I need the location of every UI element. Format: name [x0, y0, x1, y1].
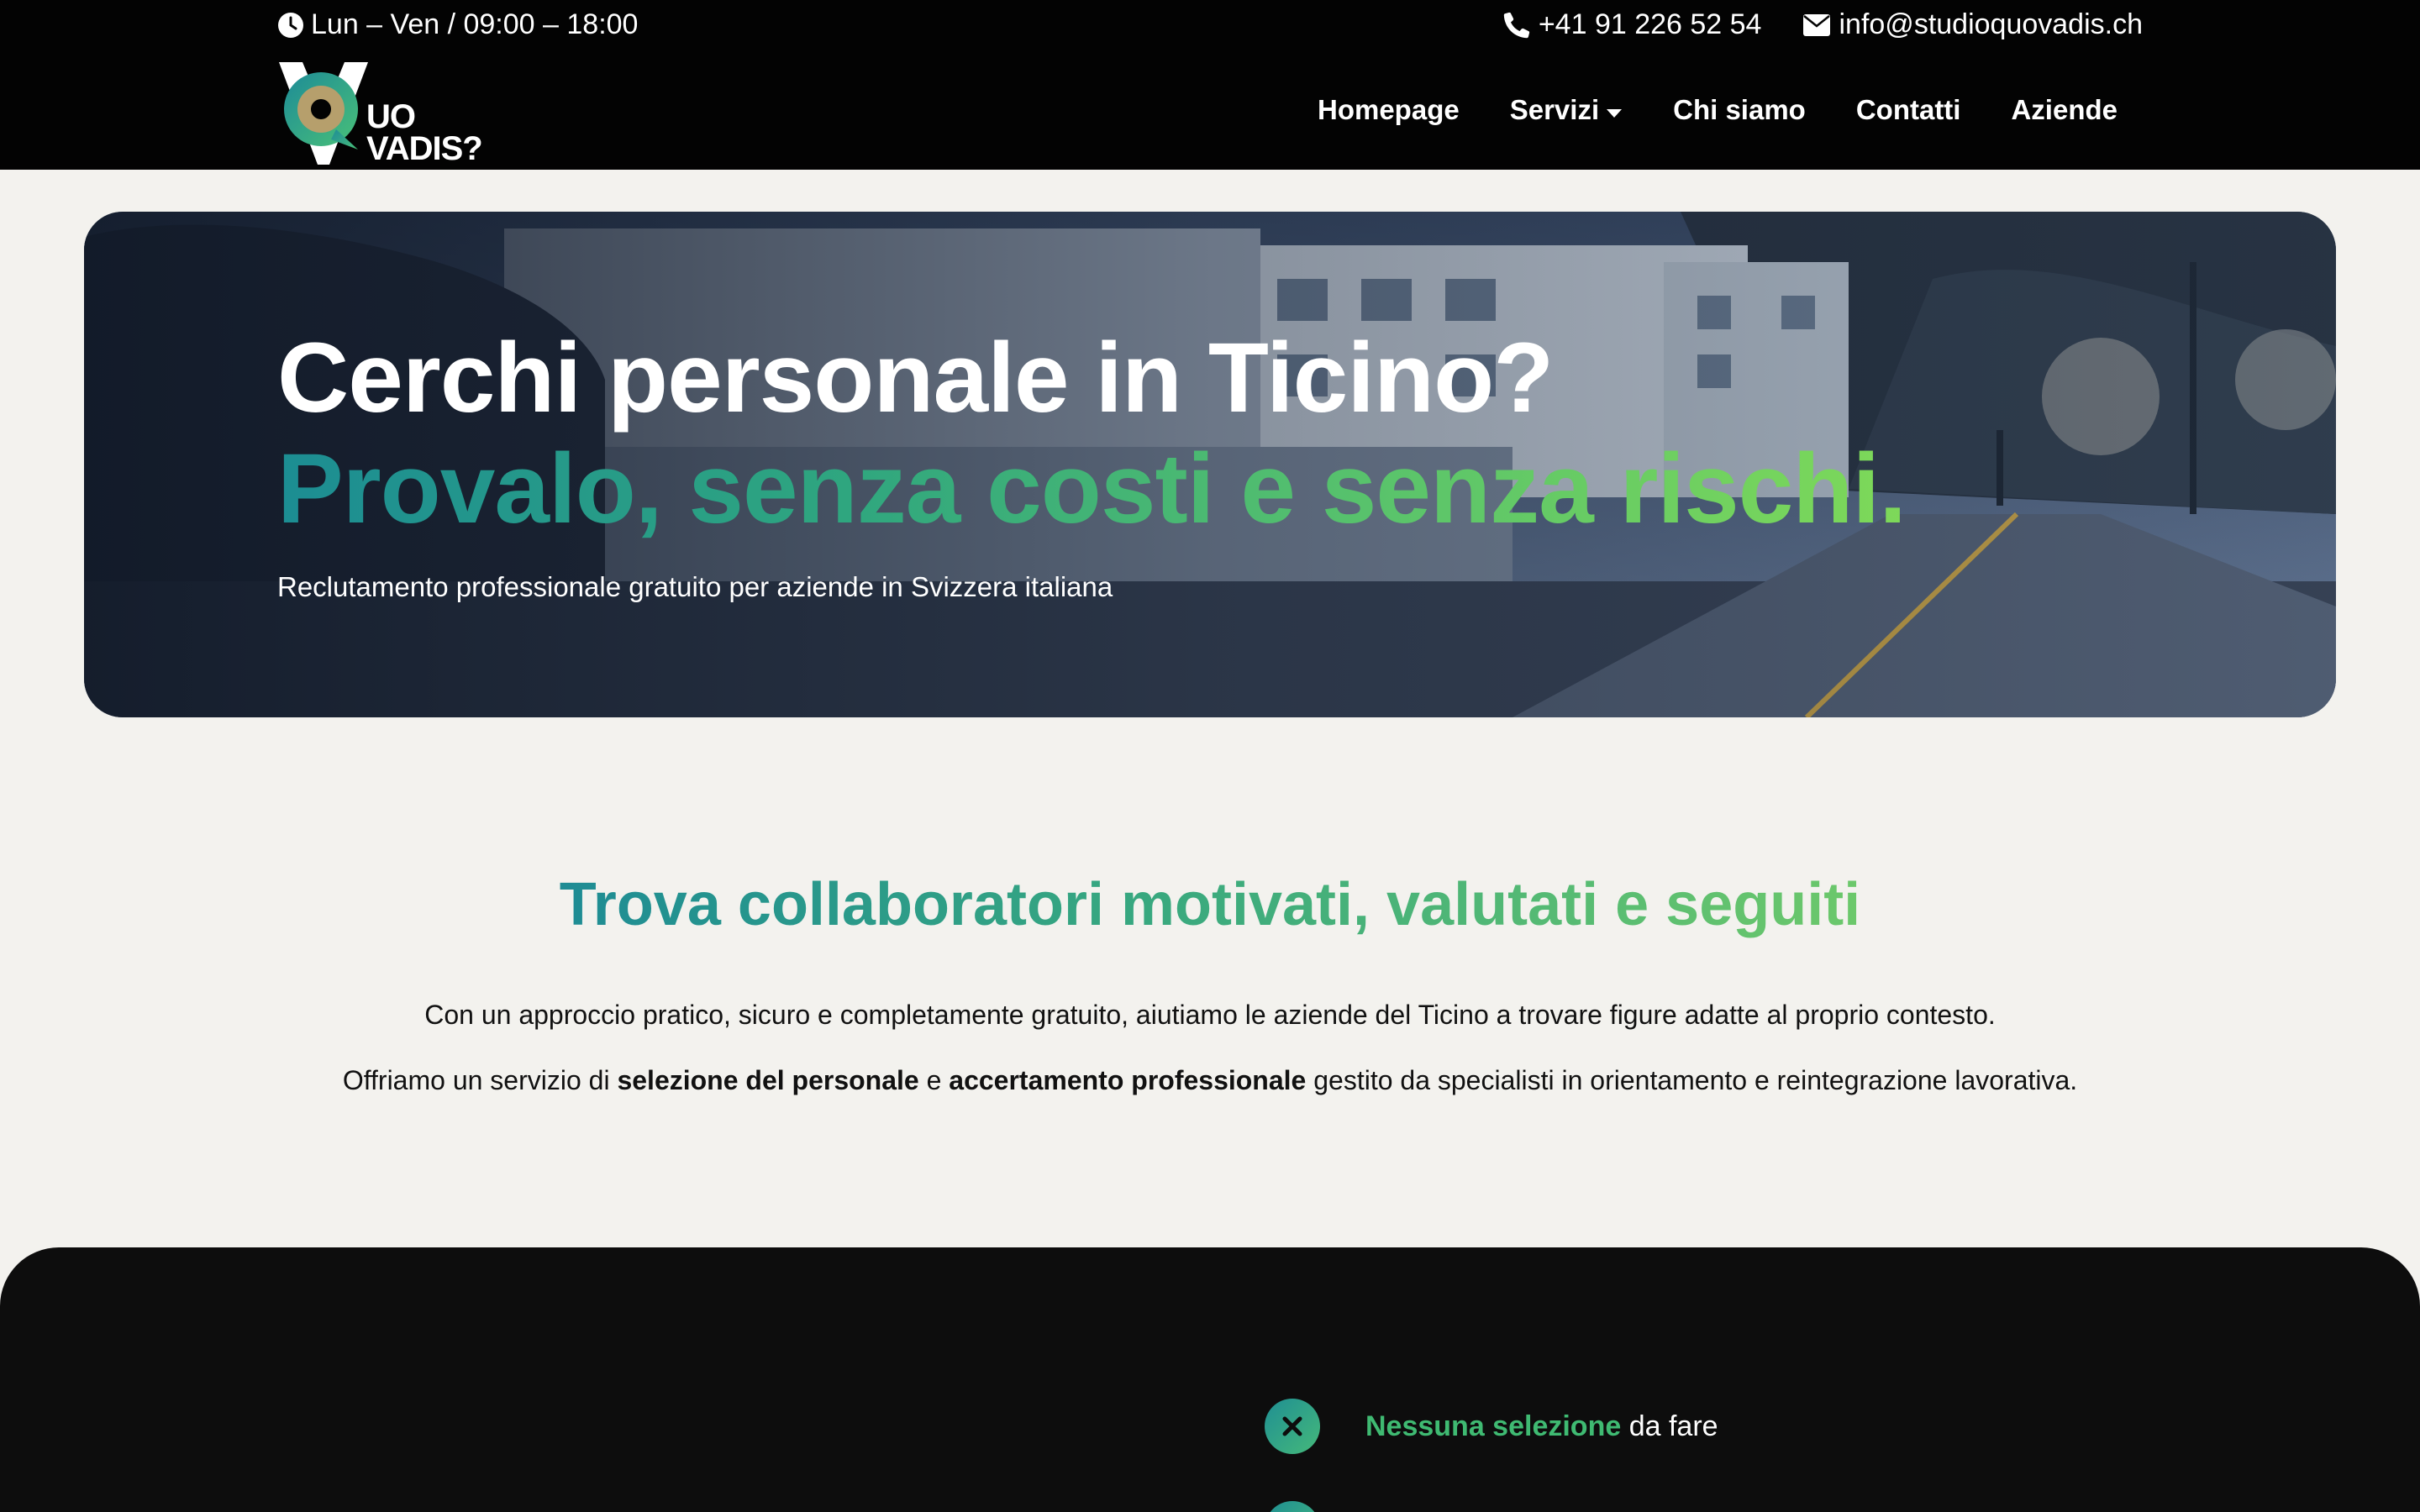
email-link[interactable]: info@studioquovadis.ch	[1803, 8, 2143, 41]
phone-number: +41 91 226 52 54	[1538, 8, 1762, 40]
main-nav: Homepage Servizi Chi siamo Contatti Azie…	[1318, 94, 2118, 126]
nav-contatti[interactable]: Contatti	[1856, 94, 1961, 126]
close-icon	[1265, 1399, 1320, 1454]
intro-paragraph-1: Con un approccio pratico, sicuro e compl…	[424, 1000, 1996, 1030]
section-title: Trova collaboratori motivati, valutati e…	[559, 871, 1861, 938]
clock-icon	[277, 12, 304, 39]
hero-banner: Cerchi personale in Ticino? Provalo, sen…	[84, 212, 2336, 717]
opening-hours: Lun – Ven / 09:00 – 18:00	[277, 8, 638, 41]
nav-chi-siamo[interactable]: Chi siamo	[1673, 94, 1806, 126]
hero-subtitle: Reclutamento professionale gratuito per …	[277, 571, 1113, 602]
phone-link[interactable]: +41 91 226 52 54	[1503, 8, 1762, 41]
opening-hours-text: Lun – Ven / 09:00 – 18:00	[311, 8, 639, 40]
phone-icon	[1503, 12, 1530, 39]
site-header: Lun – Ven / 09:00 – 18:00 +41 91 226 52 …	[0, 0, 2420, 170]
site-logo[interactable]: UO VADIS?	[277, 62, 484, 165]
features-section: Nessuna selezione da fare	[0, 1247, 2420, 1512]
top-bar: Lun – Ven / 09:00 – 18:00 +41 91 226 52 …	[277, 8, 2143, 44]
nav-aziende[interactable]: Aziende	[2011, 94, 2118, 126]
hero-tagline: Provalo, senza costi e senza rischi.	[277, 433, 1907, 544]
caret-down-icon	[1606, 94, 1623, 126]
feature-item: Nessuna selezione da fare	[1265, 1399, 1718, 1454]
intro-paragraph-2: Offriamo un servizio di selezione del pe…	[342, 1065, 2078, 1095]
feature-badge-icon	[1265, 1501, 1320, 1512]
highlight-accertamento: accertamento professionale	[949, 1065, 1307, 1095]
email-address: info@studioquovadis.ch	[1839, 8, 2143, 40]
nav-servizi[interactable]: Servizi	[1510, 94, 1623, 126]
highlight-selezione: selezione del personale	[617, 1065, 919, 1095]
logo-wordmark: UO VADIS?	[366, 98, 483, 167]
envelope-icon	[1803, 13, 1831, 36]
contact-info: +41 91 226 52 54 info@studioquovadis.ch	[1503, 8, 2143, 41]
feature-text: Nessuna selezione da fare	[1365, 1410, 1718, 1442]
hero-title: Cerchi personale in Ticino?	[277, 323, 1554, 433]
nav-homepage[interactable]: Homepage	[1318, 94, 1460, 126]
